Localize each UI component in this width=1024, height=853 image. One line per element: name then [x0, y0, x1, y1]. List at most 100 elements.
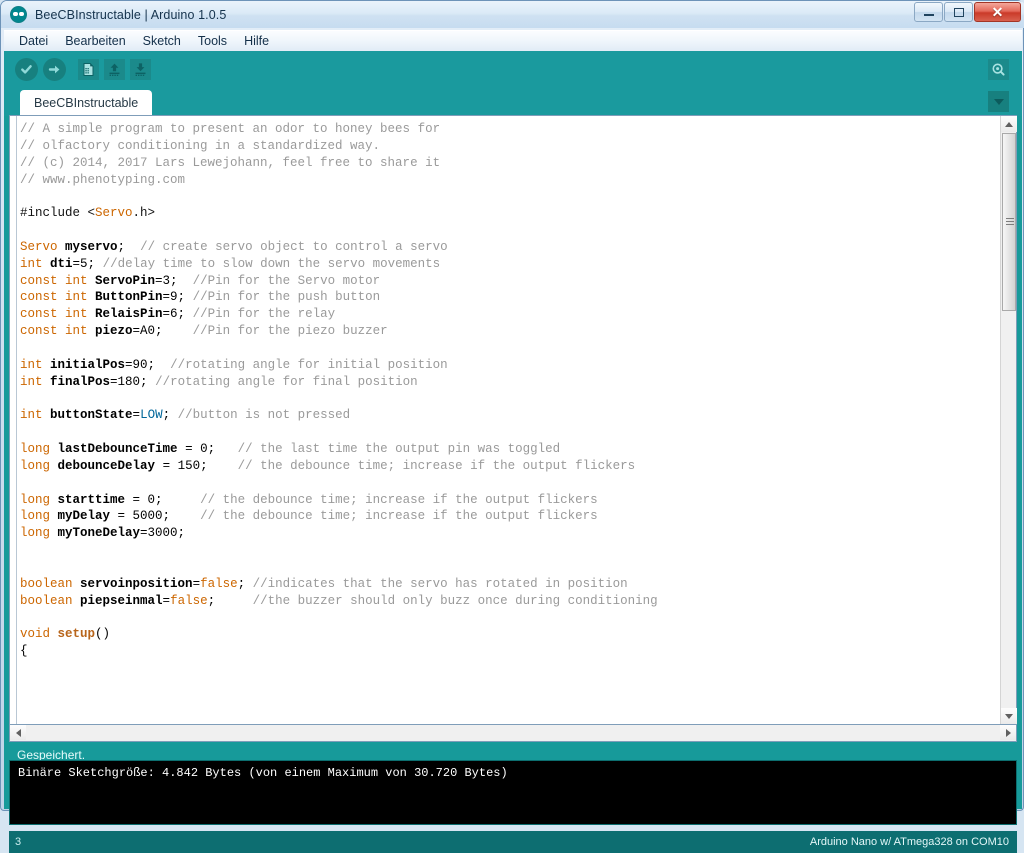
code-line: long myToneDelay=3000;	[20, 525, 1000, 542]
triangle-left-icon	[16, 729, 21, 737]
horizontal-scrollbar[interactable]	[9, 725, 1017, 742]
code-line: boolean servoinposition=false; //indicat…	[20, 576, 1000, 593]
vertical-scrollbar[interactable]	[1000, 116, 1016, 724]
minimize-button[interactable]	[914, 2, 943, 22]
code-line: const int piezo=A0; //Pin for the piezo …	[20, 323, 1000, 340]
code-token: =A0;	[133, 324, 193, 338]
code-editor[interactable]: // A simple program to present an odor t…	[9, 115, 1017, 725]
code-token: initialPos	[50, 358, 125, 372]
code-token: myToneDelay	[58, 526, 141, 540]
code-token	[50, 493, 58, 507]
vertical-scrollbar-thumb[interactable]	[1002, 133, 1016, 311]
source-code[interactable]: // A simple program to present an odor t…	[17, 116, 1000, 724]
code-token: //rotating angle for initial position	[170, 358, 448, 372]
code-line	[20, 222, 1000, 239]
code-line	[20, 188, 1000, 205]
code-token: = 150;	[155, 459, 238, 473]
triangle-up-icon	[1005, 122, 1013, 127]
arduino-logo-icon	[10, 6, 27, 23]
code-token: ;	[163, 408, 178, 422]
code-line	[20, 391, 1000, 408]
code-line: long lastDebounceTime = 0; // the last t…	[20, 441, 1000, 458]
code-line: // (c) 2014, 2017 Lars Lewejohann, feel …	[20, 155, 1000, 172]
code-line	[20, 609, 1000, 626]
code-token: =180;	[110, 375, 155, 389]
code-token: void	[20, 627, 50, 641]
console-output[interactable]: Binäre Sketchgröße: 4.842 Bytes (von ein…	[9, 760, 1017, 825]
maximize-button[interactable]	[944, 2, 973, 22]
close-button[interactable]: ✕	[974, 2, 1021, 22]
menu-datei[interactable]: Datei	[11, 32, 57, 51]
code-token: // the debounce time; increase if the ou…	[200, 509, 598, 523]
tab-strip: BeeCBInstructable	[4, 87, 1022, 116]
code-token	[50, 526, 58, 540]
code-token: =6;	[163, 307, 193, 321]
upload-button[interactable]	[43, 58, 66, 81]
triangle-down-icon	[1005, 714, 1013, 719]
open-sketch-button[interactable]	[104, 59, 125, 80]
scroll-left-button[interactable]	[10, 725, 26, 740]
code-token	[50, 459, 58, 473]
code-token: =	[193, 577, 201, 591]
menu-bearbeiten[interactable]: Bearbeiten	[57, 32, 134, 51]
code-token: myservo	[65, 240, 118, 254]
code-token	[73, 594, 81, 608]
code-token	[50, 509, 58, 523]
code-token	[58, 240, 66, 254]
application-window: BeeCBInstructable | Arduino 1.0.5 ✕ Date…	[0, 0, 1024, 811]
code-token: //Pin for the Servo motor	[193, 274, 381, 288]
code-line	[20, 424, 1000, 441]
scroll-up-button[interactable]	[1001, 116, 1017, 132]
tab-menu-button[interactable]	[988, 91, 1009, 112]
code-token: long	[20, 442, 50, 456]
verify-button[interactable]	[15, 58, 38, 81]
save-sketch-button[interactable]	[130, 59, 151, 80]
code-token	[88, 290, 96, 304]
board-port-info: Arduino Nano w/ ATmega328 on COM10	[810, 836, 1009, 848]
code-token: =90;	[125, 358, 170, 372]
code-token: = 0;	[178, 442, 238, 456]
code-token: .h>	[133, 206, 156, 220]
code-token: false	[170, 594, 208, 608]
code-token: //delay time to slow down the servo move…	[103, 257, 441, 271]
code-token: setup	[58, 627, 96, 641]
window-controls: ✕	[914, 2, 1021, 22]
code-token	[50, 627, 58, 641]
ide-body: BeeCBInstructable // A simple program to…	[4, 51, 1022, 809]
menu-hilfe[interactable]: Hilfe	[236, 32, 278, 51]
code-line	[20, 542, 1000, 559]
code-line: long myDelay = 5000; // the debounce tim…	[20, 508, 1000, 525]
code-token: //Pin for the piezo buzzer	[193, 324, 388, 338]
scroll-down-button[interactable]	[1001, 708, 1017, 724]
menu-tools[interactable]: Tools	[190, 32, 236, 51]
new-sketch-button[interactable]	[78, 59, 99, 80]
tab-beecbinstructable[interactable]: BeeCBInstructable	[20, 90, 152, 116]
code-line: int buttonState=LOW; //button is not pre…	[20, 407, 1000, 424]
code-token: const int	[20, 324, 88, 338]
menu-sketch[interactable]: Sketch	[135, 32, 190, 51]
code-token: // www.phenotyping.com	[20, 173, 185, 187]
new-document-icon	[81, 62, 96, 77]
code-token: starttime	[58, 493, 126, 507]
code-line: void setup()	[20, 626, 1000, 643]
code-token: int	[20, 257, 43, 271]
code-token: // olfactory conditioning in a standardi…	[20, 139, 380, 153]
code-token: buttonState	[50, 408, 133, 422]
editor-gutter	[10, 116, 17, 724]
code-token: long	[20, 526, 50, 540]
code-token: //rotating angle for final position	[155, 375, 418, 389]
code-token	[88, 274, 96, 288]
serial-monitor-button[interactable]	[988, 59, 1009, 80]
code-token: #include <	[20, 206, 95, 220]
chevron-down-icon	[994, 99, 1004, 105]
title-bar[interactable]: BeeCBInstructable | Arduino 1.0.5 ✕	[1, 1, 1024, 28]
editor-viewport[interactable]: // A simple program to present an odor t…	[10, 116, 1000, 724]
scroll-right-button[interactable]	[1000, 725, 1016, 740]
code-token: =	[133, 408, 141, 422]
code-token: //button is not pressed	[178, 408, 351, 422]
code-token	[43, 257, 51, 271]
code-token: ;	[118, 240, 141, 254]
code-token: Servo	[20, 240, 58, 254]
tab-label: BeeCBInstructable	[34, 96, 138, 110]
triangle-right-icon	[1006, 729, 1011, 737]
